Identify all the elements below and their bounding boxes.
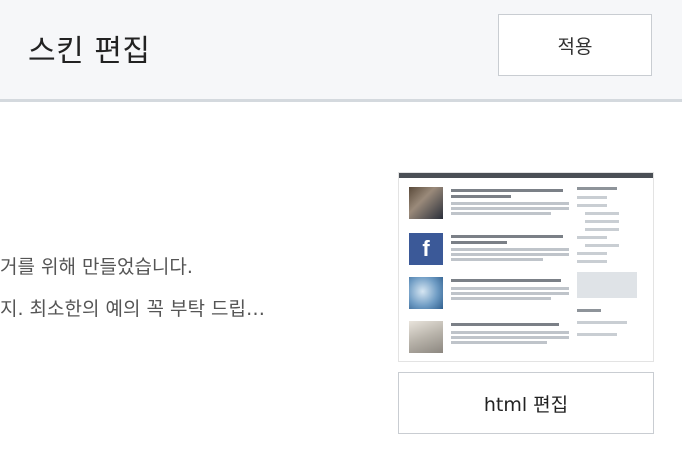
- page-title: 스킨 편집: [28, 34, 151, 69]
- preview-post: [409, 277, 571, 317]
- skin-description-line-2: 지. 최소한의 예의 꼭 부탁 드립…: [0, 298, 265, 320]
- preview-topbar: [399, 173, 653, 178]
- preview-post: [409, 187, 571, 227]
- skin-description-line-1: 거를 위해 만들었습니다.: [0, 256, 193, 278]
- preview-post: f: [409, 233, 571, 273]
- preview-post: [409, 321, 571, 361]
- apply-button[interactable]: 적용: [498, 14, 652, 76]
- facebook-icon: f: [409, 233, 443, 265]
- edit-html-button[interactable]: html 편집: [398, 372, 654, 434]
- preview-post-image: [409, 187, 443, 219]
- skin-preview-thumbnail: f: [398, 172, 654, 362]
- preview-post-image: [409, 321, 443, 353]
- preview-post-image: [409, 277, 443, 309]
- editor-header: 스킨 편집 적용: [0, 0, 682, 102]
